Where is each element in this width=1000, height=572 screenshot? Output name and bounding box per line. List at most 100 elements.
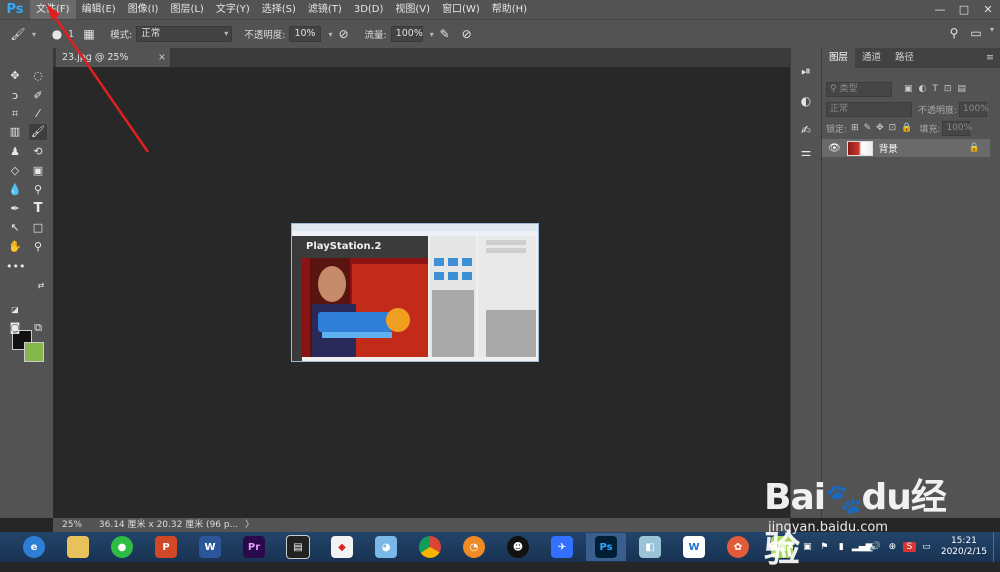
menu-select[interactable]: 选择(S): [256, 0, 302, 19]
hand-tool-icon[interactable]: ✋: [6, 239, 24, 255]
lock-icons[interactable]: ⊞✎✥⊡🔒: [851, 123, 917, 133]
tray-icon[interactable]: ▣: [801, 542, 814, 552]
zoom-level[interactable]: 25%: [62, 520, 82, 530]
menu-help[interactable]: 帮助(H): [486, 0, 533, 19]
taskbar-premiere[interactable]: Pr: [234, 533, 274, 561]
tray-icon[interactable]: ▭: [920, 542, 933, 552]
taskbar-word[interactable]: W: [190, 533, 230, 561]
history-panel-icon[interactable]: ⏯: [797, 62, 815, 80]
flag-icon[interactable]: ⚑: [818, 542, 831, 552]
status-arrow-icon[interactable]: 〉: [245, 520, 254, 530]
opacity-input[interactable]: 10%: [289, 26, 322, 42]
qq-tray-icon[interactable]: ☻: [767, 542, 780, 552]
adjustments-panel-icon[interactable]: ◐: [797, 92, 815, 110]
workspace-icon[interactable]: ▭: [968, 25, 984, 41]
taskbar-bird[interactable]: ◕: [366, 533, 406, 561]
background-color[interactable]: [24, 342, 44, 362]
chevron-down-icon[interactable]: ▾: [32, 30, 36, 39]
fill-input[interactable]: 100%: [942, 120, 972, 136]
close-button[interactable]: ✕: [976, 0, 1000, 19]
taskbar: e ● P W Pr ▤ ◆ ◕ ◔ ☻ ✈ Ps ◧ W ✿ ▦ ☻ ✖ ▣ …: [0, 532, 1000, 562]
document-image[interactable]: PlayStation.2: [291, 223, 539, 362]
menu-layer[interactable]: 图层(L): [164, 0, 209, 19]
minimize-button[interactable]: —: [928, 0, 952, 19]
eye-icon[interactable]: 👁: [828, 143, 841, 154]
default-colors-icon[interactable]: ◪: [6, 302, 24, 318]
eraser-tool-icon[interactable]: ◇: [6, 163, 24, 179]
taskbar-qq[interactable]: ☻: [498, 533, 538, 561]
taskbar-photoshop[interactable]: Ps: [586, 533, 626, 561]
taskbar-feishu[interactable]: ✈: [542, 533, 582, 561]
taskbar-fox[interactable]: ◔: [454, 533, 494, 561]
ie-icon: e: [23, 536, 45, 558]
move-tool-icon[interactable]: ✥: [6, 68, 24, 84]
layer-opacity-input[interactable]: 100%: [959, 101, 989, 117]
screen-mode-icon[interactable]: ⧉: [29, 320, 47, 336]
chevron-down-icon[interactable]: ▾: [990, 25, 994, 41]
quick-mask-icon[interactable]: ◙: [6, 320, 24, 336]
network-icon[interactable]: ▂▄▆: [852, 542, 873, 552]
zoom-tool-icon[interactable]: ⚲: [29, 239, 47, 255]
pen-tool-icon[interactable]: ✒: [6, 201, 24, 217]
taskbar-tool[interactable]: ◧: [630, 533, 670, 561]
taskbar-powerpoint[interactable]: P: [146, 533, 186, 561]
menu-type[interactable]: 文字(Y): [210, 0, 256, 19]
menu-filter[interactable]: 滤镜(T): [302, 0, 348, 19]
taskbar-video[interactable]: ▤: [278, 533, 318, 561]
search-icon[interactable]: ⚲: [946, 25, 962, 41]
brush-panel-icon[interactable]: ✍: [797, 121, 815, 139]
menu-view[interactable]: 视图(V): [389, 0, 436, 19]
layer-filter-row: ⚲ 类型 ▣◐T⊡▤: [822, 79, 1000, 99]
tab-layers[interactable]: 图层: [822, 48, 856, 68]
rectangle-tool-icon[interactable]: □: [29, 220, 47, 236]
type-tool-icon[interactable]: T: [29, 201, 47, 217]
clock[interactable]: 15:21 2020/2/15: [941, 536, 987, 558]
fill-label: 填充:: [919, 124, 941, 135]
taskbar-vs[interactable]: W: [674, 533, 714, 561]
layer-kind-select[interactable]: ⚲ 类型: [826, 81, 892, 97]
taskbar-game[interactable]: ✿: [718, 533, 758, 561]
taskbar-chrome[interactable]: [410, 533, 450, 561]
menu-3d[interactable]: 3D(D): [348, 0, 390, 19]
layer-name: 背景: [878, 144, 898, 155]
gradient-tool-icon[interactable]: ▣: [29, 163, 47, 179]
taskbar-ie[interactable]: e: [14, 533, 54, 561]
taskbar-wechat[interactable]: ●: [102, 533, 142, 561]
document-size: 36.14 厘米 x 20.32 厘米 (96 p...: [98, 520, 239, 530]
stamp-tool-icon[interactable]: ♟: [6, 144, 24, 160]
crop-tool-icon[interactable]: ⌗: [6, 106, 24, 122]
tab-paths[interactable]: 路径: [888, 48, 921, 68]
airbrush-icon[interactable]: ✎: [437, 26, 453, 42]
panel-menu-icon[interactable]: ≡: [979, 48, 1000, 68]
show-desktop-button[interactable]: [993, 532, 1000, 562]
taskbar-explorer[interactable]: [58, 533, 98, 561]
taskbar-app[interactable]: ◆: [322, 533, 362, 561]
tray-icon[interactable]: ⊕: [886, 542, 899, 552]
menu-window[interactable]: 窗口(W): [436, 0, 486, 19]
path-select-icon[interactable]: ↖: [6, 220, 24, 236]
layer-row-background[interactable]: 👁 背景 🔒: [822, 139, 990, 157]
layers-panel: 图层 通道 路径 ≡ ⚲ 类型 ▣◐T⊡▤ 正常 不透明度: 100% 锁定: …: [821, 48, 1000, 518]
blend-mode-select[interactable]: 正常: [826, 101, 912, 117]
more-tools-icon[interactable]: •••: [6, 259, 25, 275]
tray-icon[interactable]: ▮: [835, 542, 848, 552]
swap-colors-icon[interactable]: ⇄: [32, 278, 50, 294]
tray-icon[interactable]: ✖: [784, 542, 797, 552]
pressure-opacity-icon[interactable]: ⊘: [335, 26, 351, 42]
layer-filter-icons[interactable]: ▣◐T⊡▤: [904, 84, 972, 94]
chevron-down-icon[interactable]: ▾: [328, 30, 332, 39]
volume-icon[interactable]: 🔊: [869, 542, 882, 552]
ime-icon[interactable]: S: [902, 542, 916, 552]
tab-channels[interactable]: 通道: [855, 48, 888, 68]
maximize-button[interactable]: □: [952, 0, 976, 19]
lasso-tool-icon[interactable]: ↄ: [6, 88, 24, 104]
flow-input[interactable]: 100%: [390, 26, 423, 42]
brush-tool-icon[interactable]: 🖌: [10, 26, 26, 42]
chevron-down-icon[interactable]: ▾: [430, 30, 434, 39]
healing-tool-icon[interactable]: ▥: [6, 124, 24, 140]
pressure-size-icon[interactable]: ⊘: [459, 26, 475, 42]
lock-icon: 🔒: [968, 143, 980, 153]
properties-panel-icon[interactable]: ⚌: [797, 143, 815, 161]
dodge-tool-icon[interactable]: ⚲: [29, 182, 47, 198]
blur-tool-icon[interactable]: 💧: [6, 182, 24, 198]
